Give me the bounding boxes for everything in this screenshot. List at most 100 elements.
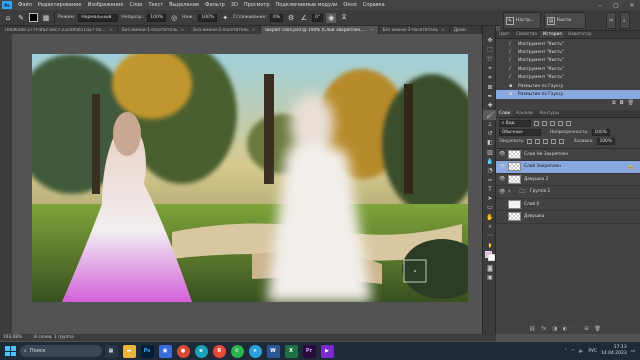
mode-select[interactable]: Нормальный [78,13,119,22]
pen-tool-icon[interactable]: ✑ [483,175,497,184]
doc-tab[interactable]: Дрем [449,26,482,34]
excel-icon[interactable]: X [284,344,298,358]
layer-row[interactable]: 👁 Девушка 2 [496,174,640,187]
tab-navigator[interactable]: Навигатор [565,31,595,38]
kind-filter-select[interactable]: ⌕ Вид [499,119,531,127]
fx-icon[interactable]: fx [541,326,546,332]
blend-mode-select[interactable]: Обычные [499,128,541,136]
history-item[interactable]: / Инструмент "Кисть" [496,48,640,56]
close-tab-icon[interactable]: × [370,28,374,33]
photoshop-taskbar-icon[interactable]: Ps [140,344,154,358]
trash-icon[interactable]: 🗑 [628,100,634,106]
document-canvas[interactable] [32,54,468,302]
menu-3d[interactable]: 3D [228,2,241,8]
filter-adjust-icon[interactable] [542,120,547,126]
layer-group-row[interactable]: 👁 › 🗀 Группа 1 [496,186,640,199]
angle-field[interactable]: 0° [312,13,324,22]
blur-tool-icon[interactable]: 💧 [483,157,497,166]
tab-paths[interactable]: Контуры [536,110,562,117]
store-icon[interactable]: ▣ [158,344,172,358]
lock-transparent-icon[interactable] [527,138,533,144]
pressure-opacity-icon[interactable]: ◎ [169,13,179,23]
brush-settings-panel-tab[interactable]: ✎ Настр... [503,12,541,29]
type-tool-icon[interactable]: T [483,185,497,194]
new-document-from-state-icon[interactable]: ⧉ [612,100,616,106]
frame-tool-icon[interactable]: ⊠ [483,82,497,91]
visibility-eye-icon[interactable]: 👁 [499,176,505,182]
healing-tool-icon[interactable]: ✚ [483,101,497,110]
new-layer-icon[interactable]: ⊞ [584,326,588,332]
pressure-field[interactable]: 100% [198,13,218,22]
history-item[interactable]: / Инструмент "Кисть" [496,74,640,82]
filter-smart-icon[interactable] [566,120,571,126]
doc-tab-active[interactable]: закреп слоя.psd @ 194% (Слой Закреплен, … [260,26,379,34]
whatsapp-icon[interactable]: ✆ [230,344,244,358]
lock-artboard-icon[interactable] [551,138,557,144]
menu-plugins[interactable]: Подключаемые модули [273,2,341,8]
file-explorer-icon[interactable]: ▬ [122,344,136,358]
close-tab-icon[interactable]: × [441,28,445,33]
notifications-icon[interactable]: ▭ [631,349,635,354]
close-tab-icon[interactable]: × [181,28,185,33]
gear-icon[interactable]: ⚙ [286,13,296,23]
filter-shape-icon[interactable] [558,120,563,126]
camera-icon[interactable]: ◘ [620,100,624,106]
menu-select[interactable]: Выделение [166,2,202,8]
history-item[interactable]: ▪ Размытие по Гауссу [496,82,640,90]
brushes-panel-tab[interactable]: ▤ Кисти [544,12,586,29]
tab-channels[interactable]: Каналы [513,110,536,117]
filter-type-icon[interactable] [550,120,555,126]
history-item-active[interactable]: ▪ Размытие по Гауссу [496,90,640,99]
clock[interactable]: 17:13 14.04.2023 [601,345,627,357]
history-item[interactable]: / Инструмент "Кисть" [496,40,640,48]
tab-properties[interactable]: Свойства [513,31,540,38]
eraser-tool-icon[interactable]: ◧ [483,138,497,147]
marquee-tool-icon[interactable]: ⬚ [483,45,497,54]
tab-history[interactable]: История [540,31,565,38]
workspace-button[interactable]: ▭ [606,12,616,29]
quick-select-tool-icon[interactable]: ⌖ [483,64,497,73]
add-mask-icon[interactable]: ◨ [552,326,557,332]
hand-tool-icon[interactable]: ✋ [483,213,497,222]
doc-tab[interactable]: Без имени-2-посетитель × [189,26,261,34]
menu-type[interactable]: Текст [145,2,166,8]
quick-mask-icon[interactable]: ◙ [483,264,497,273]
network-icon[interactable]: ◠ [571,349,575,354]
search-button[interactable]: ⌕ [620,12,630,29]
expand-chevron-icon[interactable]: › [508,188,516,195]
stamp-tool-icon[interactable]: ⊥ [483,120,497,129]
chrome-icon[interactable]: ● [176,344,190,358]
visibility-eye-icon[interactable]: 👁 [499,164,505,170]
zoom-level[interactable]: 193,68% [3,335,22,340]
maximize-icon[interactable]: ▢ [608,2,624,9]
language-indicator[interactable]: РУС [588,349,597,354]
close-icon[interactable]: ✕ [624,2,640,9]
path-select-tool-icon[interactable]: ➤ [483,194,497,203]
minimize-icon[interactable]: – [592,2,608,9]
filter-pixel-icon[interactable] [534,120,539,126]
menu-filter[interactable]: Фильтр [202,2,228,8]
windows-start-icon[interactable] [3,344,17,358]
symmetry-icon[interactable]: ⧖ [339,13,349,23]
menu-help[interactable]: Справка [360,2,388,8]
doc-tab[interactable]: Без имени-1-посетитель × [118,26,190,34]
telegram-icon[interactable]: ➤ [248,344,262,358]
history-item[interactable]: / Инструмент "Кисть" [496,57,640,65]
volume-icon[interactable]: 🔈 [579,349,585,354]
more-tools-icon[interactable]: ⋯ [483,231,497,240]
doc-tab[interactable]: 706d65de-277f-4fa2-a8c7-232d95b11d27-пос… [0,26,118,34]
doc-tab[interactable]: Без имени-3-посетитель × [378,26,450,34]
visibility-eye-icon[interactable]: 👁 [499,151,505,157]
link-layers-icon[interactable]: ⛓ [529,326,535,332]
fill-field[interactable]: 100% [596,137,615,145]
close-tab-icon[interactable]: × [252,28,256,33]
gradient-tool-icon[interactable]: ▥ [483,148,497,157]
visibility-eye-icon[interactable]: 👁 [499,189,505,195]
history-brush-tool-icon[interactable]: ↺ [483,129,497,138]
banana-icon[interactable]: ◗ [483,241,497,250]
brush-settings-icon[interactable]: ▦ [41,13,51,23]
close-tab-icon[interactable]: × [109,28,113,33]
home-icon[interactable]: ⌂ [3,13,13,23]
history-item[interactable]: / Инструмент "Кисть" [496,65,640,73]
canvas-area[interactable] [12,34,482,329]
